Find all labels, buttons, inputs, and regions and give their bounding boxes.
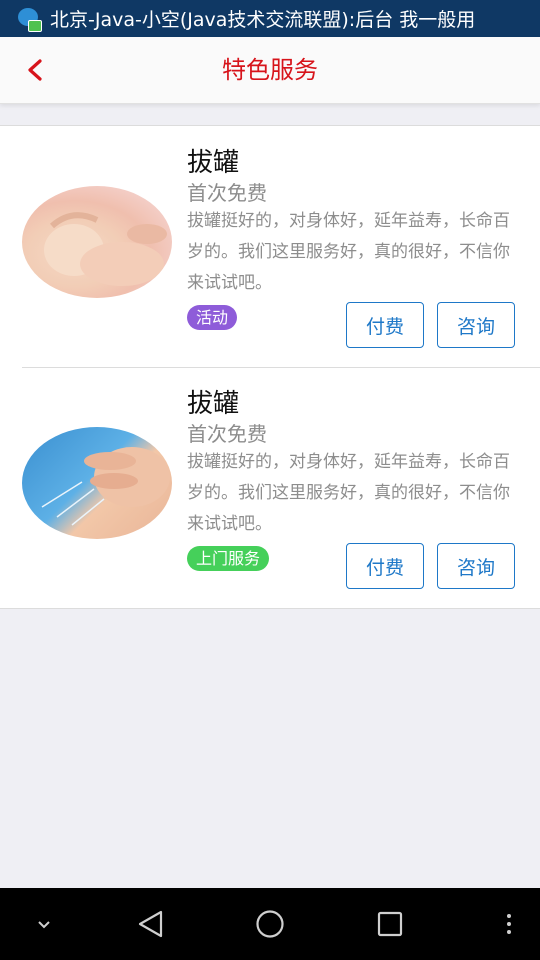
more-vertical-icon[interactable] — [494, 888, 524, 960]
pay-button[interactable]: 付费 — [346, 543, 424, 589]
service-image — [22, 427, 172, 539]
app-header: 特色服务 — [0, 37, 540, 104]
service-card[interactable]: 拔罐 首次免费 拔罐挺好的，对身体好，延年益寿，长命百岁的。我们这里服务好，真的… — [0, 367, 540, 608]
notification-text: 北京-Java-小空(Java技术交流联盟):后台 我一般用 — [50, 9, 476, 31]
service-card[interactable]: 拔罐 首次免费 拔罐挺好的，对身体好，延年益寿，长命百岁的。我们这里服务好，真的… — [0, 126, 540, 367]
consult-button[interactable]: 咨询 — [437, 543, 515, 589]
status-bar: 北京-Java-小空(Java技术交流联盟):后台 我一般用 — [0, 0, 540, 37]
service-image — [22, 186, 172, 298]
chat-bubble-icon — [16, 6, 42, 32]
service-title: 拔罐 — [187, 389, 240, 419]
chevron-down-icon[interactable] — [24, 888, 64, 960]
page-title: 特色服务 — [222, 56, 318, 84]
service-title: 拔罐 — [187, 148, 240, 178]
service-subtitle: 首次免费 — [187, 422, 267, 446]
service-subtitle: 首次免费 — [187, 181, 267, 205]
activity-tag: 活动 — [187, 305, 238, 330]
home-circle-icon[interactable] — [247, 888, 293, 960]
consult-button[interactable]: 咨询 — [437, 302, 515, 348]
pay-button[interactable]: 付费 — [346, 302, 424, 348]
recents-square-icon[interactable] — [367, 888, 413, 960]
service-list: 拔罐 首次免费 拔罐挺好的，对身体好，延年益寿，长命百岁的。我们这里服务好，真的… — [0, 125, 540, 609]
service-description: 拔罐挺好的，对身体好，延年益寿，长命百岁的。我们这里服务好，真的很好，不信你来试… — [187, 211, 510, 293]
home-service-tag: 上门服务 — [187, 546, 270, 571]
system-nav-bar — [0, 888, 540, 960]
service-description: 拔罐挺好的，对身体好，延年益寿，长命百岁的。我们这里服务好，真的很好，不信你来试… — [187, 452, 510, 534]
back-triangle-icon[interactable] — [128, 888, 174, 960]
